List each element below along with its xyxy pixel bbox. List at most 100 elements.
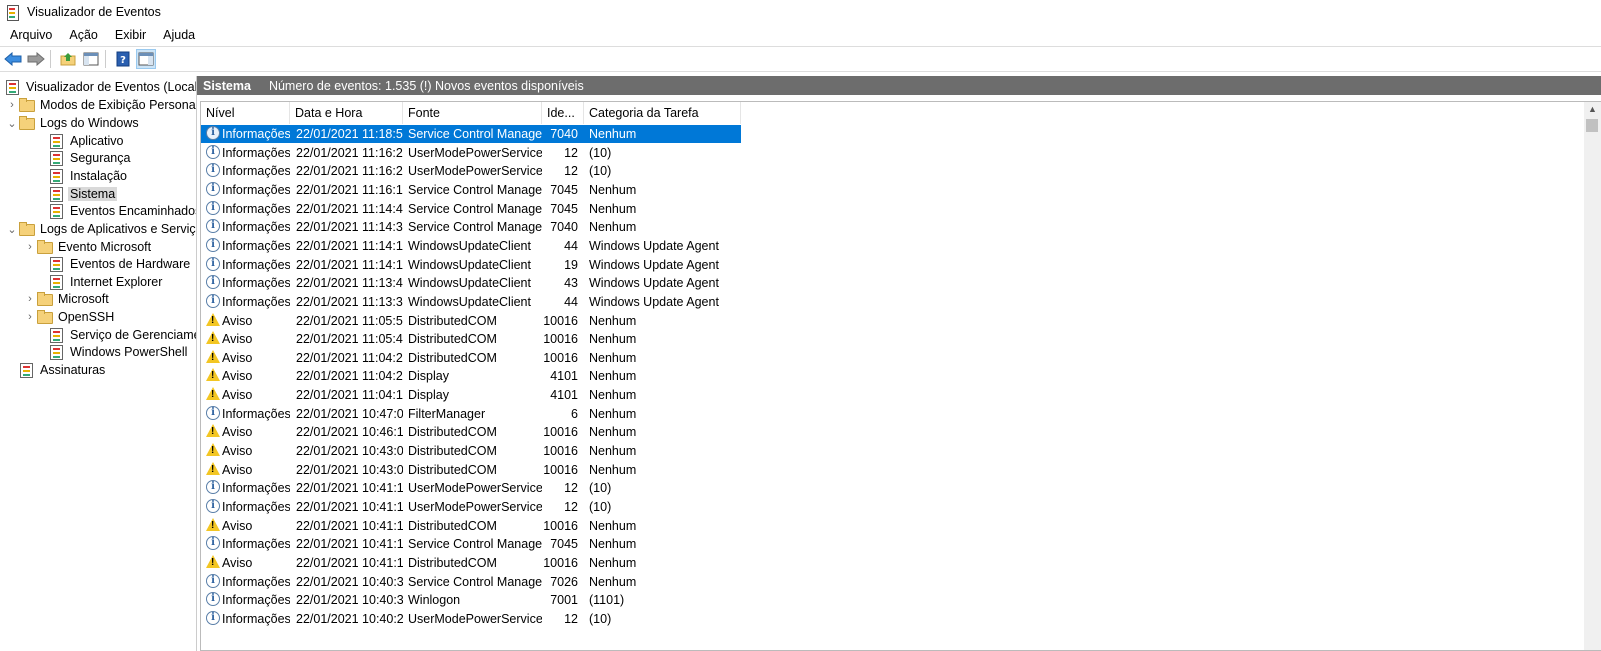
table-row[interactable]: i Informações 22/01/2021 10:41:19 UserModeP… [201,498,741,516]
cell-id: 43 [564,276,578,291]
table-row[interactable]: i Informações 22/01/2021 11:13:39 WindowsUp… [201,293,741,311]
cell-level: Aviso [222,332,253,347]
menu-ajuda[interactable]: Ajuda [153,28,202,42]
chevron-right-icon[interactable]: › [6,99,18,111]
cell-source: WindowsUpdateClient [408,238,531,253]
column-header-fonte[interactable]: Fonte [403,102,542,124]
table-row[interactable]: i Informações 22/01/2021 11:14:30 Service C… [201,218,741,236]
chevron-down-icon[interactable]: ⌄ [6,117,18,130]
tree-item[interactable]: › OpenSSH [24,308,116,326]
tree-item[interactable]: › Modos de Exibição Personali [6,96,196,114]
forward-button[interactable] [26,49,46,69]
table-row[interactable]: i Informações 22/01/2021 10:41:16 Service C… [201,535,741,553]
cell-datetime: 22/01/2021 10:41:19 [296,481,403,496]
tree-item[interactable]: Visualizador de Eventos (Local) [4,78,196,96]
menu-arquivo[interactable]: Arquivo [0,28,59,42]
show-hide-tree-button[interactable] [81,49,101,69]
chevron-down-icon[interactable]: ⌄ [6,223,18,236]
table-row[interactable]: ! Aviso 22/01/2021 10:46:13 DistributedCOM 1… [201,423,741,441]
tree-item[interactable]: › Evento Microsoft [24,238,153,256]
chevron-right-icon[interactable]: › [24,311,36,323]
chevron-right-icon[interactable]: › [24,293,36,305]
cell-id: 10016 [543,332,578,347]
table-row[interactable]: i Informações 22/01/2021 10:40:38 Winlogon 7… [201,591,741,609]
tree-item[interactable]: Sistema [36,185,118,203]
console-tree: Visualizador de Eventos (Local) › Modos de… [0,76,197,651]
menu-acao[interactable]: Ação [59,28,105,42]
table-row[interactable]: ! Aviso 22/01/2021 11:05:51 DistributedCOM 1… [201,312,741,330]
cell-source: Service Control Manager [408,201,542,216]
tree-item[interactable]: Assinaturas [18,361,107,379]
cell-id: 7045 [550,537,578,552]
cell-category: Nenhum [589,127,637,141]
tree-item-label: Microsoft [58,292,109,306]
column-header-id[interactable]: Ide... [542,102,584,124]
table-row[interactable]: i Informações 22/01/2021 11:18:58 Service C… [201,125,741,143]
tree-item[interactable]: Instalação [36,167,129,185]
folder-up-icon [60,53,76,66]
show-action-pane-button[interactable] [136,49,156,69]
table-row[interactable]: i Informações 22/01/2021 10:40:39 Service C… [201,573,741,591]
folder-icon [36,291,53,307]
cell-source: Display [408,369,449,384]
table-row[interactable]: ! Aviso 22/01/2021 10:43:00 DistributedCOM 1… [201,461,741,479]
cell-datetime: 22/01/2021 11:14:11 [296,257,403,272]
table-row[interactable]: i Informações 22/01/2021 11:16:20 UserModeP… [201,162,741,180]
tree-item-label: Assinaturas [40,363,106,377]
log-icon [18,362,34,378]
table-row[interactable]: ! Aviso 22/01/2021 10:41:19 DistributedCOM 1… [201,517,741,535]
tree-item[interactable]: ⌄ Logs do Windows [6,114,141,132]
cell-id: 44 [564,238,578,253]
cell-datetime: 22/01/2021 11:13:39 [296,294,403,309]
tree-item[interactable]: Internet Explorer [36,273,164,291]
column-header-data-hora[interactable]: Data e Hora [290,102,403,124]
cell-datetime: 22/01/2021 11:18:58 [296,127,403,141]
table-row[interactable]: i Informações 22/01/2021 11:14:11 WindowsUp… [201,256,741,274]
tree-item[interactable]: ⌄ Logs de Aplicativos e Serviço [6,220,196,238]
up-folder-button[interactable] [58,49,78,69]
help-button[interactable]: ? [113,49,133,69]
tree-item[interactable]: Serviço de Gerenciament [36,326,196,344]
table-row[interactable]: i Informações 22/01/2021 11:16:20 UserModeP… [201,144,741,162]
cell-category: Nenhum [589,444,637,459]
table-row[interactable]: ! Aviso 22/01/2021 10:43:00 DistributedCOM 1… [201,442,741,460]
tree-item-label: Eventos Encaminhados [70,204,197,218]
warning-icon: ! [206,349,220,364]
tree-item[interactable]: Eventos Encaminhados [36,202,197,220]
table-row[interactable]: i Informações 22/01/2021 10:47:00 FilterMan… [201,405,741,423]
cell-datetime: 22/01/2021 11:04:20 [296,369,403,384]
table-row[interactable]: ! Aviso 22/01/2021 11:04:11 Display 4101 Nenh… [201,386,741,404]
tree-item-label: Sistema [68,187,118,201]
tree-item[interactable]: Segurança [36,149,132,167]
tree-item[interactable]: Eventos de Hardware [36,255,192,273]
table-row[interactable]: ! Aviso 22/01/2021 10:41:10 DistributedCOM 1… [201,554,741,572]
table-row[interactable]: i Informações 22/01/2021 11:16:13 Service C… [201,181,741,199]
back-button[interactable] [3,49,23,69]
tree-item[interactable]: › Microsoft [24,290,111,308]
table-row[interactable]: ! Aviso 22/01/2021 11:04:21 DistributedCOM 1… [201,349,741,367]
table-row[interactable]: i Informações 22/01/2021 10:41:19 UserModeP… [201,479,741,497]
table-row[interactable]: i Informações 22/01/2021 11:14:11 WindowsUp… [201,237,741,255]
table-row[interactable]: i Informações 22/01/2021 11:14:48 Service C… [201,200,741,218]
scroll-up-icon[interactable]: ▲ [1588,104,1597,114]
vertical-scrollbar[interactable]: ▲ [1584,102,1601,650]
log-icon [48,186,64,202]
cell-source: WindowsUpdateClient [408,257,531,272]
scroll-thumb[interactable] [1586,119,1598,132]
tree-item[interactable]: Aplicativo [36,132,126,150]
column-header-nivel[interactable]: Nível [201,102,290,124]
cell-source: DistributedCOM [408,555,497,570]
column-header-categoria[interactable]: Categoria da Tarefa [584,102,741,124]
info-icon: i [206,536,220,551]
cell-id: 12 [564,145,578,160]
menu-exibir[interactable]: Exibir [105,28,153,42]
tree-item[interactable]: Windows PowerShell [36,343,189,361]
table-row[interactable]: i Informações 22/01/2021 11:13:44 WindowsUp… [201,274,741,292]
cell-category: Nenhum [589,201,637,216]
table-row[interactable]: ! Aviso 22/01/2021 11:05:43 DistributedCOM 1… [201,330,741,348]
chevron-right-icon[interactable]: › [24,241,36,253]
table-row[interactable]: i Informações 22/01/2021 10:40:29 UserModeP… [201,610,741,628]
table-row[interactable]: ! Aviso 22/01/2021 11:04:20 Display 4101 Nenh… [201,367,741,385]
tree-item-label: Windows PowerShell [70,345,188,359]
cell-datetime: 22/01/2021 10:41:16 [296,537,403,552]
